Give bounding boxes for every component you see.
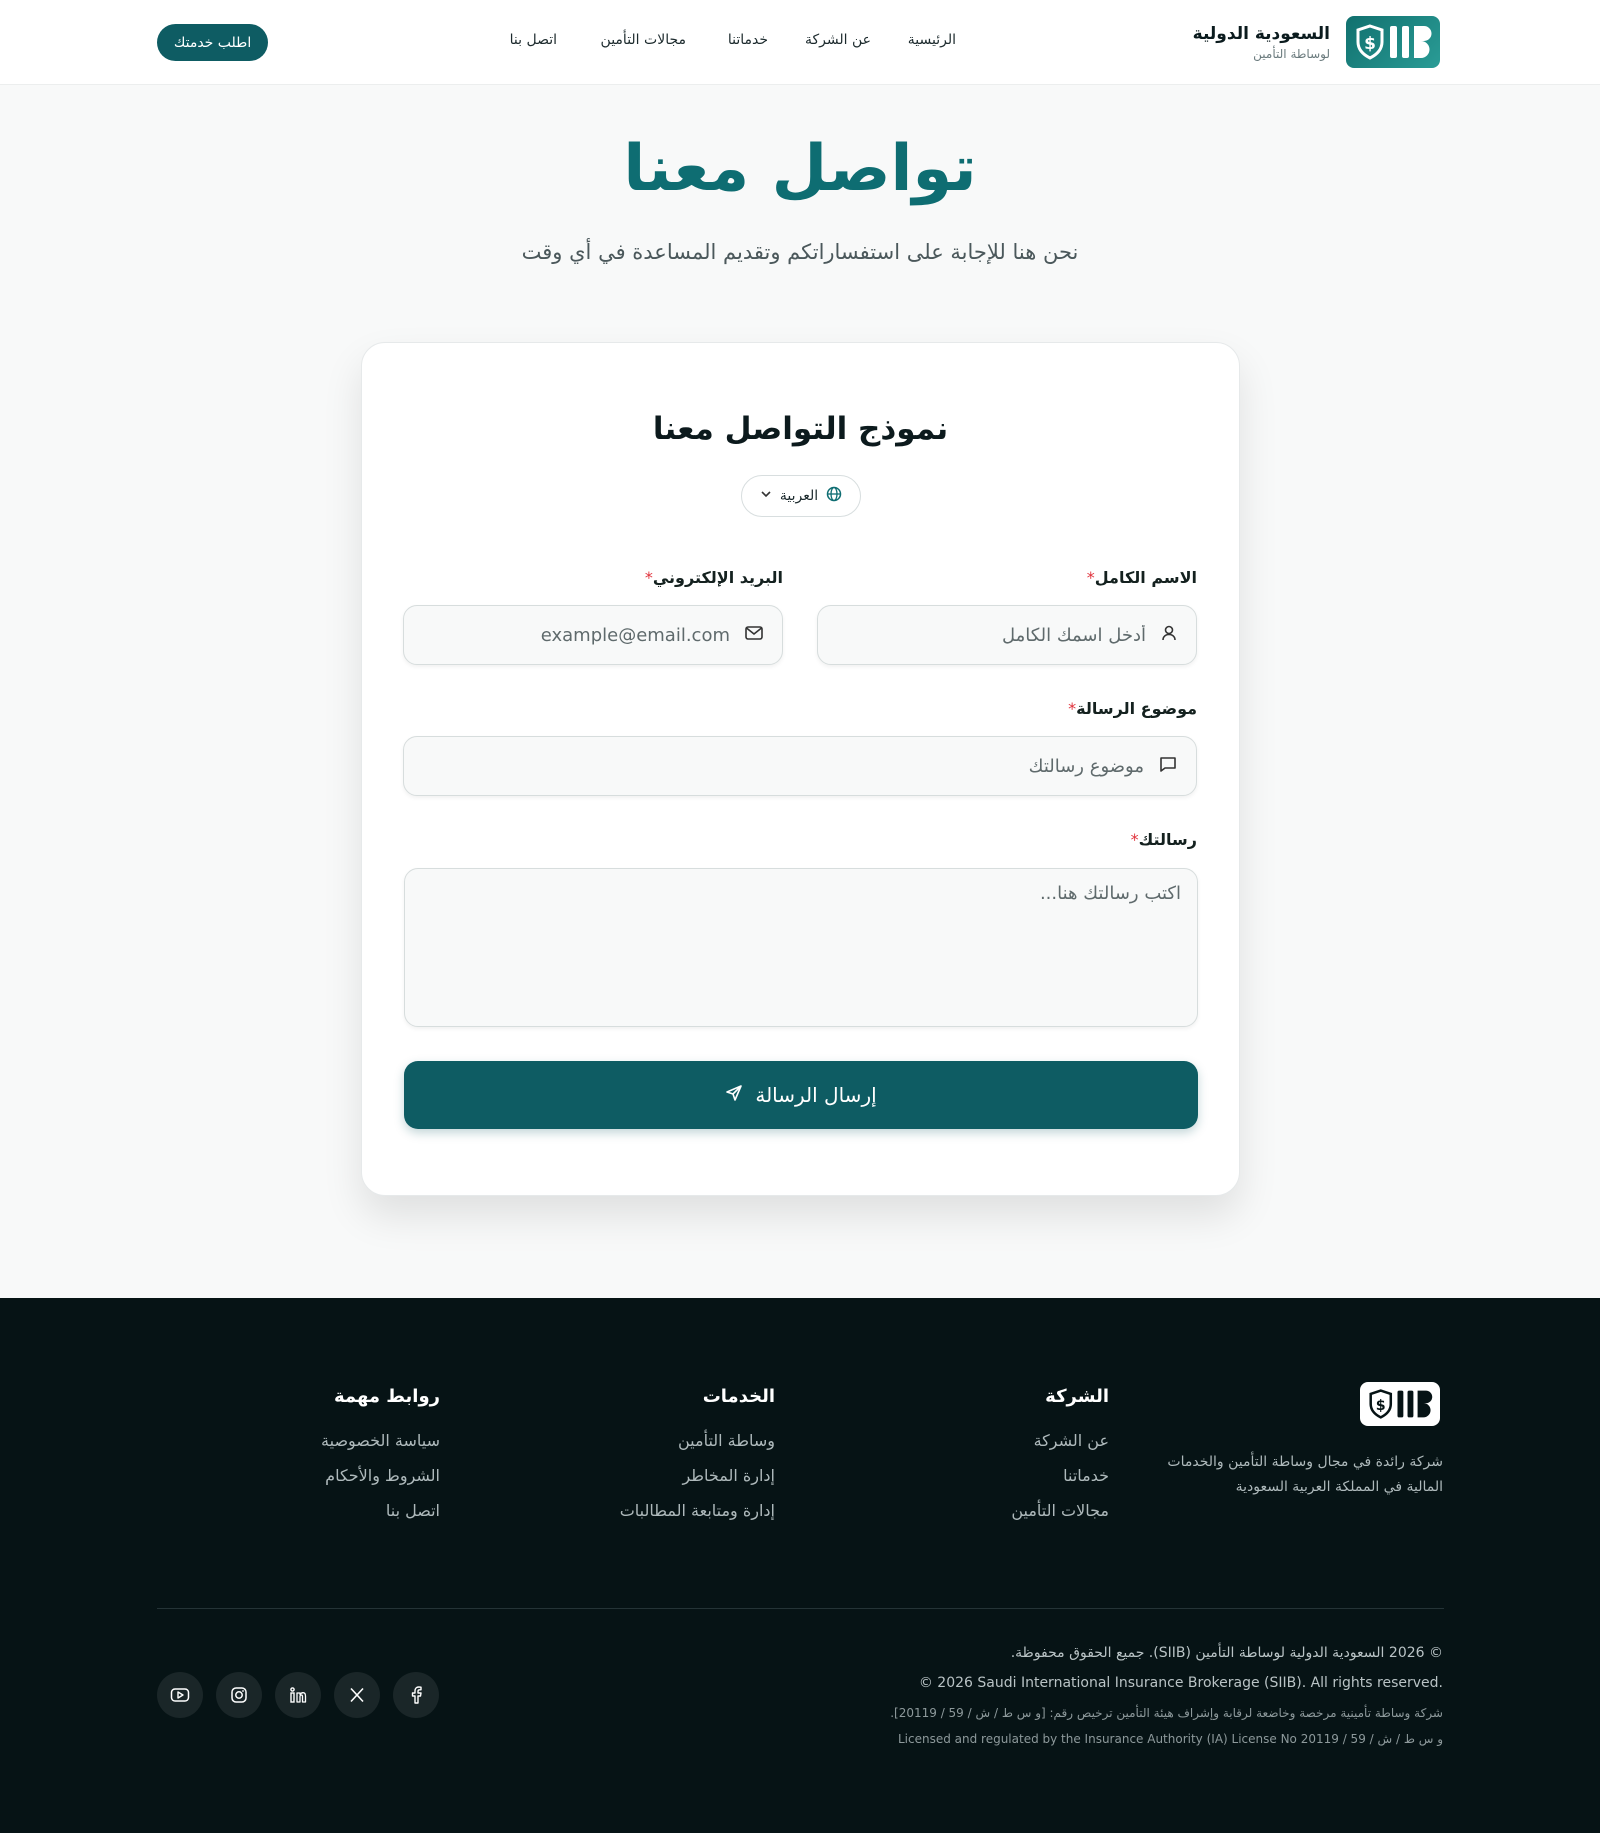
required-mark: * bbox=[644, 568, 653, 587]
footer-company-column: الشركة عن الشركة خدماتنا مجالات التأمين bbox=[1011, 1386, 1109, 1536]
footer-link-about[interactable]: عن الشركة bbox=[1011, 1431, 1109, 1450]
instagram-icon[interactable] bbox=[216, 1672, 262, 1718]
footer-divider bbox=[157, 1608, 1444, 1609]
facebook-icon[interactable] bbox=[393, 1672, 439, 1718]
social-links bbox=[157, 1672, 439, 1718]
full-name-field[interactable] bbox=[817, 605, 1197, 665]
page-title: تواصل معنا bbox=[623, 132, 977, 206]
nav-services[interactable]: خدماتنا bbox=[728, 32, 768, 48]
message-label: رسالتك* bbox=[1130, 830, 1197, 849]
language-selector[interactable]: العربية bbox=[741, 475, 861, 517]
site-header: $ السعودية الدولية لوساطة التأمين الرئيس… bbox=[0, 0, 1600, 85]
footer-link-privacy[interactable]: سياسة الخصوصية bbox=[321, 1431, 440, 1450]
send-icon bbox=[725, 1083, 743, 1107]
email-field[interactable] bbox=[403, 605, 783, 665]
globe-icon bbox=[826, 486, 842, 506]
subject-input[interactable] bbox=[422, 755, 1144, 777]
submit-label: إرسال الرسالة bbox=[755, 1083, 877, 1107]
footer-company-heading: الشركة bbox=[1045, 1386, 1109, 1407]
required-mark: * bbox=[1086, 568, 1095, 587]
mail-icon bbox=[744, 624, 764, 646]
linkedin-icon[interactable] bbox=[275, 1672, 321, 1718]
nav-contact[interactable]: اتصل بنا bbox=[510, 32, 557, 48]
nav-about[interactable]: عن الشركة bbox=[805, 32, 871, 48]
footer-description: شركة رائدة في مجال وساطة التأمين والخدما… bbox=[1167, 1454, 1443, 1495]
footer-link-terms[interactable]: الشروط والأحكام bbox=[321, 1466, 440, 1485]
nav-home[interactable]: الرئيسية bbox=[908, 32, 956, 48]
footer-services-column: الخدمات وساطة التأمين إدارة المخاطر إدار… bbox=[620, 1386, 775, 1536]
copyright-arabic: © 2026 السعودية الدولية لوساطة التأمين (… bbox=[1010, 1645, 1443, 1661]
footer-link-risk-management[interactable]: إدارة المخاطر bbox=[620, 1466, 775, 1485]
nav-insurance-fields[interactable]: مجالات التأمين bbox=[601, 32, 686, 48]
site-footer: $ شركة رائدة في مجال وساطة التأمين والخد… bbox=[0, 1298, 1600, 1833]
message-textarea[interactable] bbox=[404, 868, 1198, 1027]
subject-field[interactable] bbox=[403, 736, 1197, 796]
required-mark: * bbox=[1068, 699, 1077, 718]
page-subtitle: نحن هنا للإجابة على استفساراتكم وتقديم ا… bbox=[521, 240, 1079, 264]
full-name-label: الاسم الكامل* bbox=[1086, 568, 1197, 587]
contact-form-card: نموذج التواصل معنا العربية الاسم الكامل*… bbox=[361, 342, 1240, 1196]
license-arabic: شركة وساطة تأمينية مرخصة وخاضعة لرقابة و… bbox=[890, 1706, 1443, 1720]
footer-siib-logo-icon[interactable]: $ bbox=[1360, 1382, 1440, 1426]
language-label: العربية bbox=[779, 488, 819, 504]
subject-label: موضوع الرسالة* bbox=[1068, 699, 1197, 718]
message-square-icon bbox=[1158, 755, 1178, 777]
footer-important-heading: روابط مهمة bbox=[333, 1386, 440, 1407]
footer-link-brokerage[interactable]: وساطة التأمين bbox=[620, 1431, 775, 1450]
form-title: نموذج التواصل معنا bbox=[652, 411, 949, 447]
footer-link-insurance-fields[interactable]: مجالات التأمين bbox=[1011, 1501, 1109, 1520]
footer-link-claims[interactable]: إدارة ومتابعة المطالبات bbox=[620, 1501, 775, 1520]
copyright-english: © 2026 Saudi International Insurance Bro… bbox=[918, 1675, 1443, 1691]
user-icon bbox=[1160, 624, 1178, 646]
full-name-input[interactable] bbox=[836, 624, 1146, 646]
svg-text:$: $ bbox=[1376, 1398, 1386, 1414]
footer-link-services[interactable]: خدماتنا bbox=[1011, 1466, 1109, 1485]
x-icon[interactable] bbox=[334, 1672, 380, 1718]
required-mark: * bbox=[1130, 830, 1139, 849]
footer-important-column: روابط مهمة سياسة الخصوصية الشروط والأحكا… bbox=[321, 1386, 440, 1536]
email-label: البريد الإلكتروني* bbox=[644, 568, 783, 587]
license-english: Licensed and regulated by the Insurance … bbox=[897, 1732, 1443, 1746]
chevron-down-icon bbox=[760, 488, 772, 504]
youtube-icon[interactable] bbox=[157, 1672, 203, 1718]
footer-link-contact[interactable]: اتصل بنا bbox=[321, 1501, 440, 1520]
email-input[interactable] bbox=[422, 624, 730, 646]
request-service-button[interactable]: اطلب خدمتك bbox=[157, 24, 268, 61]
submit-button[interactable]: إرسال الرسالة bbox=[404, 1061, 1198, 1129]
footer-services-heading: الخدمات bbox=[702, 1386, 775, 1407]
